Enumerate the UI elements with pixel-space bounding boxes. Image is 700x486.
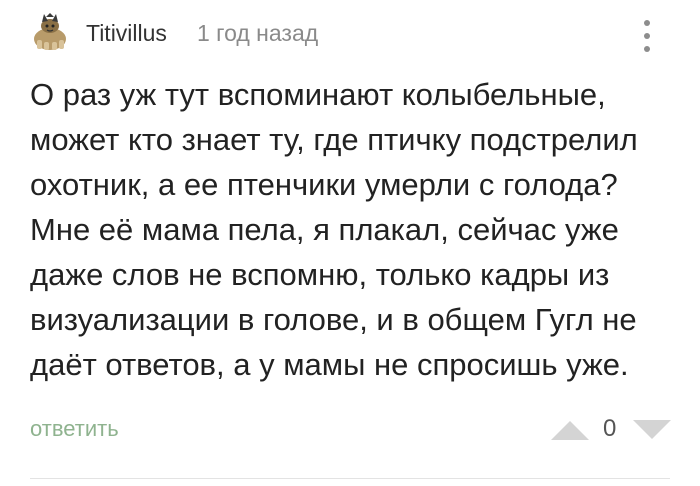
reply-button[interactable]: ответить [30, 416, 119, 442]
comment-body: О раз уж тут вспоминают колыбельные, мож… [30, 72, 670, 387]
comment: Titivillus 1 год назад О раз уж тут вспо… [0, 0, 700, 486]
cat-avatar-icon [34, 13, 66, 50]
comment-text-line: даёт ответов, а у мамы не спросишь уже. [30, 347, 629, 382]
rating-value: 0 [603, 415, 617, 442]
comment-timestamp: 1 год назад [197, 20, 319, 46]
triangle-down-icon[interactable] [633, 420, 671, 440]
triangle-up-icon[interactable] [551, 420, 589, 440]
comment-text-line: охотник, а ее птенчики умерли с голода? [30, 167, 618, 202]
divider [30, 478, 670, 479]
comment-text-line: даже слов не вспомню, только кадры из [30, 257, 610, 292]
comment-header: Titivillus 1 год назад [30, 12, 670, 56]
avatar[interactable] [30, 12, 70, 52]
comment-text-line: О раз уж тут вспоминают колыбельные, [30, 77, 606, 112]
comment-text-line: может кто знает ту, где птичку подстрели… [30, 122, 638, 157]
author-name[interactable]: Titivillus [86, 20, 167, 47]
comment-text-line: визуализации в голове, и в общем Гугл не [30, 302, 637, 337]
more-vertical-icon[interactable] [637, 18, 657, 54]
comment-text-line: Мне её мама пела, я плакал, сейчас уже [30, 212, 619, 247]
